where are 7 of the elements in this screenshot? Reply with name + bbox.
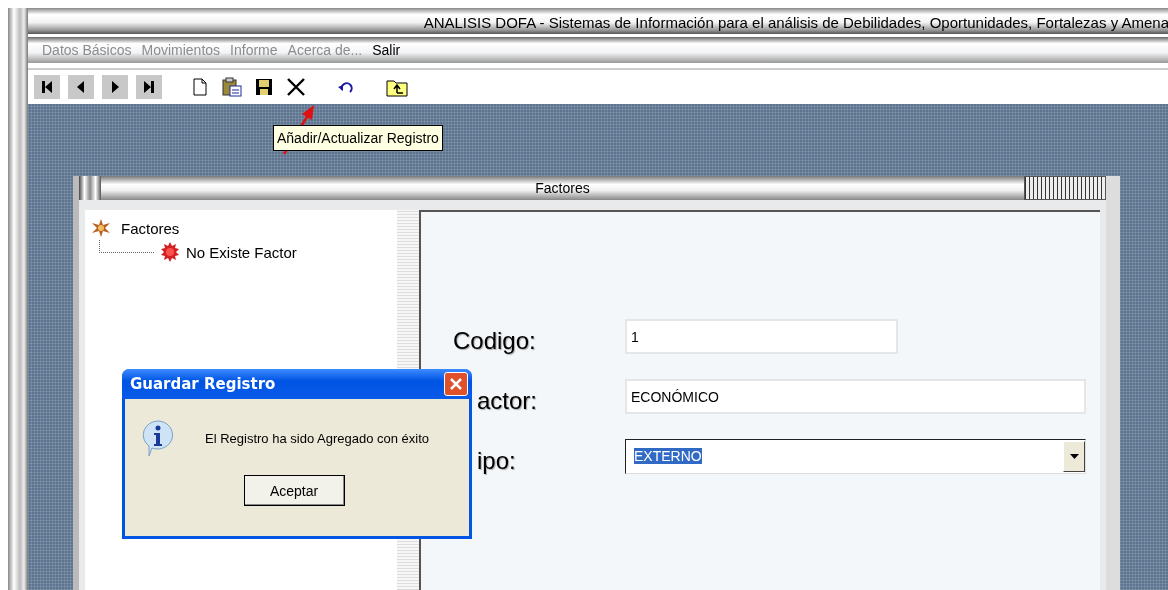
tooltip: Añadir/Actualizar Registro — [273, 125, 443, 151]
dialog-title: Guardar Registro — [130, 375, 277, 393]
field-label: ipo: — [477, 446, 516, 475]
field-label: Codigo: — [453, 326, 536, 355]
dialog-message: El Registro ha sido Agregado con éxito — [205, 430, 430, 446]
window-title: Factores — [534, 180, 591, 196]
field-label: actor: — [477, 386, 538, 415]
